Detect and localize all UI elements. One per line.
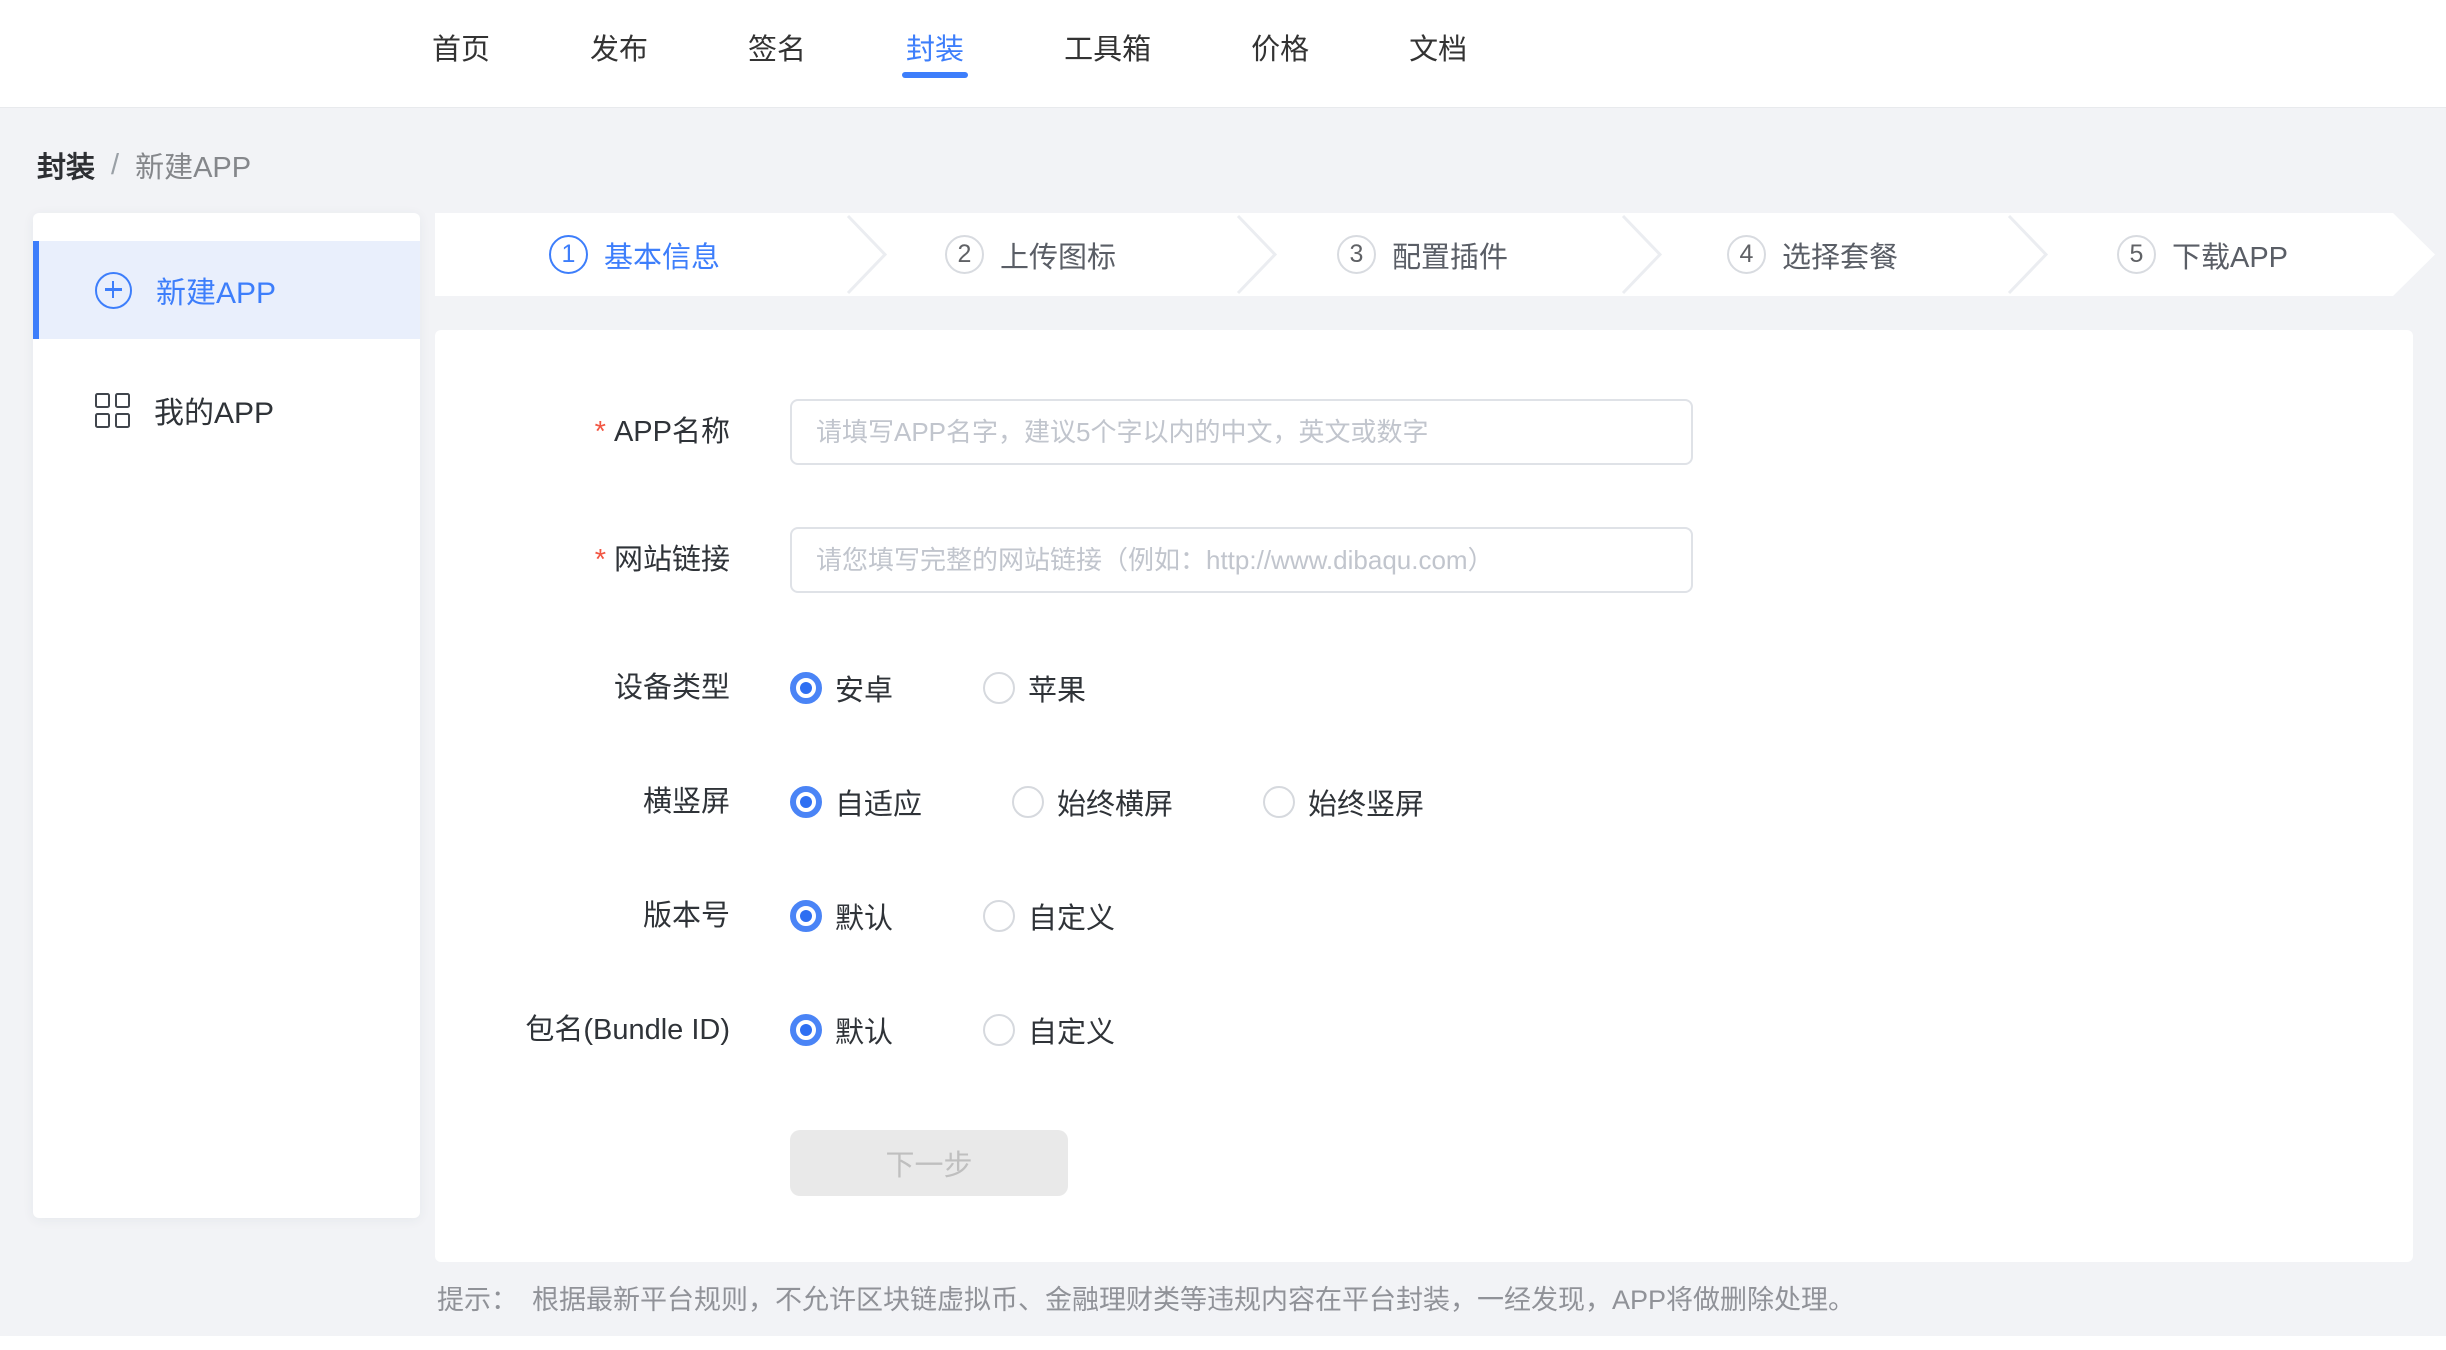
- nav-item-publish[interactable]: 发布: [590, 0, 648, 107]
- nav-item-label: 工具箱: [1064, 26, 1151, 68]
- field-label: 设备类型: [435, 655, 730, 721]
- step-number-badge: 2: [945, 235, 984, 274]
- step-download-app: 5 下载APP: [2117, 213, 2288, 296]
- required-star: *: [595, 544, 606, 576]
- breadcrumb: 封装 / 新建APP: [37, 144, 251, 186]
- radio-always-portrait[interactable]: 始终竖屏: [1263, 781, 1424, 823]
- radio-android[interactable]: 安卓: [790, 667, 893, 709]
- app-name-input[interactable]: [790, 399, 1693, 465]
- next-step-button[interactable]: 下一步: [790, 1130, 1068, 1196]
- breadcrumb-section[interactable]: 封装: [37, 144, 95, 186]
- step-number-badge: 5: [2117, 235, 2156, 274]
- nav-item-label: 价格: [1251, 26, 1309, 68]
- radio-bundle-custom[interactable]: 自定义: [983, 1009, 1115, 1051]
- nav-item-label: 发布: [590, 26, 648, 68]
- field-label: 包名(Bundle ID): [435, 997, 730, 1063]
- step-separator-chevron: [1620, 213, 1664, 296]
- step-upload-icon: 2 上传图标: [945, 213, 1116, 296]
- radio-bundle-default[interactable]: 默认: [790, 1009, 893, 1051]
- radio-unselected-icon: [983, 1014, 1015, 1046]
- radio-ios[interactable]: 苹果: [983, 667, 1086, 709]
- nav-item-home[interactable]: 首页: [432, 0, 490, 107]
- radio-selected-icon: [790, 900, 822, 932]
- radio-version-default[interactable]: 默认: [790, 895, 893, 937]
- website-link-input[interactable]: [790, 527, 1693, 593]
- radio-selected-icon: [790, 672, 822, 704]
- radio-selected-icon: [790, 786, 822, 818]
- radio-adaptive[interactable]: 自适应: [790, 781, 922, 823]
- field-label: 横竖屏: [435, 769, 730, 835]
- step-label: 下载APP: [2172, 234, 2288, 276]
- step-separator-chevron: [2006, 213, 2050, 296]
- step-label: 配置插件: [1392, 234, 1508, 276]
- basic-info-form: *APP名称 *网站链接 设备类型 安卓 苹果 横竖屏: [435, 330, 2413, 1262]
- step-basic-info: 1 基本信息: [549, 213, 720, 296]
- plus-circle-icon: [95, 272, 132, 309]
- step-number-badge: 4: [1727, 235, 1766, 274]
- radio-version-custom[interactable]: 自定义: [983, 895, 1115, 937]
- nav-item-label: 文档: [1409, 26, 1467, 68]
- step-separator-chevron: [1235, 213, 1279, 296]
- nav-item-toolbox[interactable]: 工具箱: [1064, 0, 1151, 107]
- nav-item-docs[interactable]: 文档: [1409, 0, 1467, 107]
- step-choose-plan: 4 选择套餐: [1727, 213, 1898, 296]
- grid-icon: [95, 393, 130, 428]
- tip-prefix: 提示：: [437, 1285, 518, 1315]
- radio-unselected-icon: [1012, 786, 1044, 818]
- step-label: 选择套餐: [1782, 234, 1898, 276]
- radio-unselected-icon: [983, 900, 1015, 932]
- radio-unselected-icon: [1263, 786, 1295, 818]
- step-configure-plugins: 3 配置插件: [1337, 213, 1508, 296]
- nav-item-package[interactable]: 封装: [906, 0, 964, 107]
- step-label: 上传图标: [1000, 234, 1116, 276]
- sidebar-item-label: 我的APP: [154, 388, 274, 432]
- field-label: *网站链接: [435, 527, 730, 593]
- sidebar-item-label: 新建APP: [156, 268, 276, 312]
- step-number-badge: 1: [549, 235, 588, 274]
- nav-item-sign[interactable]: 签名: [748, 0, 806, 107]
- radio-unselected-icon: [983, 672, 1015, 704]
- top-navigation-bar: 首页 发布 签名 封装 工具箱 价格 文档: [0, 0, 2446, 108]
- breadcrumb-separator: /: [111, 149, 119, 182]
- step-label: 基本信息: [604, 234, 720, 276]
- platform-rule-tip: 提示： 根据最新平台规则，不允许区块链虚拟币、金融理财类等违规内容在平台封装，一经…: [437, 1278, 1855, 1317]
- nav-item-label: 封装: [906, 26, 964, 68]
- nav-item-label: 签名: [748, 26, 806, 68]
- sidebar-item-new-app[interactable]: 新建APP: [33, 241, 420, 339]
- active-tab-underline: [902, 72, 968, 78]
- breadcrumb-current: 新建APP: [135, 144, 251, 186]
- field-label: 版本号: [435, 883, 730, 949]
- step-number-badge: 3: [1337, 235, 1376, 274]
- footer-strip: [0, 1336, 2446, 1350]
- sidebar-item-my-apps[interactable]: 我的APP: [33, 361, 420, 459]
- field-label: *APP名称: [435, 399, 730, 465]
- nav-item-label: 首页: [432, 26, 490, 68]
- nav-menu: 首页 发布 签名 封装 工具箱 价格 文档: [432, 0, 1467, 107]
- radio-selected-icon: [790, 1014, 822, 1046]
- required-star: *: [595, 416, 606, 448]
- radio-always-landscape[interactable]: 始终横屏: [1012, 781, 1173, 823]
- tip-text: 根据最新平台规则，不允许区块链虚拟币、金融理财类等违规内容在平台封装，一经发现，…: [532, 1285, 1855, 1315]
- sidebar: 新建APP 我的APP: [33, 213, 420, 1218]
- step-separator-chevron: [845, 213, 889, 296]
- step-wizard: 1 基本信息 2 上传图标 3 配置插件 4 选择套餐 5 下载APP: [435, 213, 2435, 296]
- nav-item-pricing[interactable]: 价格: [1251, 0, 1309, 107]
